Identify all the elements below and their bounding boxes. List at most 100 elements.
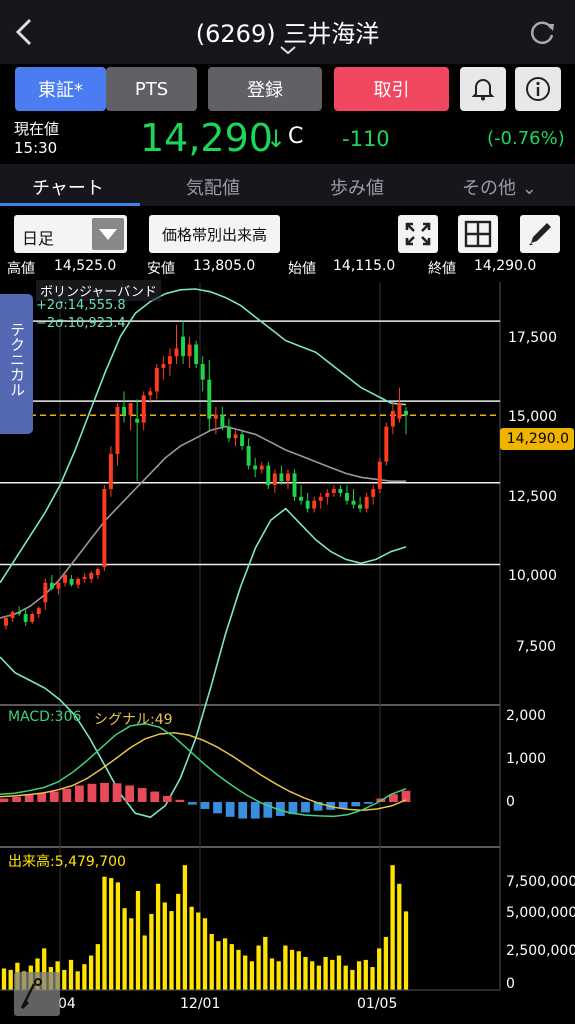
macd-tick: 1,000 <box>506 751 547 767</box>
volume-bar <box>169 911 174 990</box>
signal-label: シグナル:49 <box>94 712 173 728</box>
stock-chart[interactable] <box>0 276 575 1024</box>
candle-body <box>181 336 186 357</box>
volume-bar <box>189 906 194 990</box>
volume-bar <box>310 961 315 990</box>
volume-bar <box>149 913 154 990</box>
volume-bar <box>263 936 268 990</box>
tosho-market-button[interactable]: 東証* <box>15 67 106 111</box>
candle-body <box>115 407 120 454</box>
pts-market-button[interactable]: PTS <box>106 67 197 111</box>
candle-body <box>266 465 271 486</box>
volume-bar <box>62 969 67 990</box>
volume-bar <box>249 961 255 990</box>
current-price: 14,290 <box>140 116 273 160</box>
draw-line-icon <box>20 978 42 1010</box>
info-button[interactable] <box>515 67 561 111</box>
macd-histogram-bar <box>200 802 210 809</box>
volume-bar <box>109 878 114 990</box>
candle-body <box>390 410 395 427</box>
down-arrow-icon: ↓ <box>266 125 287 153</box>
candle-body <box>82 576 87 579</box>
volume-bar <box>356 961 362 990</box>
moving-average-line <box>0 425 406 619</box>
volume-tick: 0 <box>506 976 515 992</box>
macd-histogram-bar <box>112 783 122 802</box>
volume-tick: 2,500,000 <box>506 943 575 959</box>
price-tick: 12,500 <box>508 489 557 505</box>
candle-body <box>89 573 94 579</box>
candle-body <box>95 569 100 575</box>
low-value: 13,805.0 <box>193 258 256 274</box>
volume-bar <box>336 955 342 990</box>
macd-histogram-bar <box>87 783 97 802</box>
current-price-label: 現在値 <box>14 120 60 138</box>
candle-body <box>358 504 363 509</box>
candle-body <box>154 367 159 392</box>
volume-bar <box>102 876 107 990</box>
macd-histogram-bar <box>351 802 361 807</box>
trade-button[interactable]: 取引 <box>334 67 449 111</box>
macd-histogram-bar <box>100 782 109 802</box>
dropdown-arrow-icon[interactable] <box>92 218 124 250</box>
tab-quotes[interactable]: 気配値 <box>186 174 240 200</box>
period-select-value: 日足 <box>22 229 55 248</box>
alert-button[interactable] <box>460 67 506 111</box>
candle-body <box>200 364 205 380</box>
grid-icon <box>464 220 492 248</box>
candle-body <box>338 489 343 493</box>
candle-body <box>122 407 126 415</box>
tab-indicator <box>0 203 140 206</box>
expand-icon <box>405 222 431 246</box>
tab-chart[interactable]: チャート <box>32 174 104 200</box>
volume-profile-button[interactable]: 価格帯別出来高 <box>149 215 280 253</box>
candle-body <box>4 617 8 626</box>
chevron-down-icon[interactable] <box>279 44 297 56</box>
candle-body <box>325 492 330 497</box>
refresh-icon[interactable] <box>527 18 557 48</box>
volume-bar <box>155 883 161 990</box>
volume-bar <box>142 935 147 990</box>
fullscreen-button[interactable] <box>398 215 438 253</box>
volume-bar <box>383 936 389 990</box>
volume-bar <box>377 948 382 990</box>
date-tick: 04 <box>58 996 76 1012</box>
volume-bar <box>330 959 335 990</box>
macd-histogram-bar <box>250 802 260 819</box>
candle-body <box>23 614 28 622</box>
candle-body <box>226 426 231 439</box>
tab-tick[interactable]: 歩み値 <box>330 174 384 200</box>
volume-bar <box>229 944 234 990</box>
layout-button[interactable] <box>458 215 498 253</box>
macd-histogram-bar <box>24 795 34 802</box>
draw-tool-button[interactable] <box>520 215 560 253</box>
macd-signal-line <box>0 732 407 812</box>
price-change-percent: (-0.76%) <box>487 128 565 149</box>
candle-body <box>240 434 245 447</box>
candle-body <box>36 608 41 615</box>
drawing-mode-button[interactable] <box>14 972 60 1016</box>
volume-bar <box>303 957 308 990</box>
candle-body <box>63 574 67 583</box>
candle-body <box>384 426 389 462</box>
candle-body <box>351 500 356 505</box>
candle-body <box>148 391 153 396</box>
macd-histogram-bar <box>137 788 147 802</box>
tab-other[interactable]: その他 ⌄ <box>462 174 537 200</box>
register-button[interactable]: 登録 <box>208 67 322 111</box>
candle-body <box>141 395 146 423</box>
macd-histogram-bar <box>225 802 235 817</box>
volume-bar <box>390 865 395 990</box>
volume-bar <box>276 961 281 990</box>
candle-body <box>17 612 22 615</box>
volume-bar <box>236 949 241 990</box>
candle-body <box>207 379 212 419</box>
candle-body <box>246 446 251 466</box>
candle-body <box>364 496 369 509</box>
volume-bar <box>162 902 167 990</box>
info-icon <box>526 77 550 101</box>
candle-body <box>69 578 74 585</box>
macd-histogram-bar <box>125 785 135 802</box>
macd-histogram-bar <box>238 802 248 819</box>
price-tick: 15,000 <box>508 409 557 425</box>
